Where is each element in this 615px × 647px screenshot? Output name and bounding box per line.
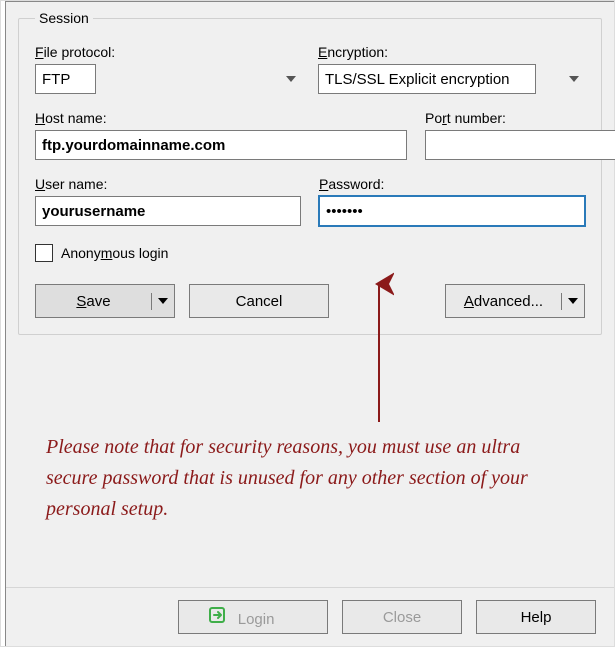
bottom-bar: Login Close Help [6, 587, 614, 646]
port-input[interactable] [425, 130, 615, 160]
file-protocol-label: File protocol: [35, 44, 302, 60]
encryption-select[interactable]: TLS/SSL Explicit encryption [318, 64, 536, 94]
user-label: User name: [35, 176, 301, 192]
user-input[interactable] [35, 196, 301, 226]
anonymous-checkbox[interactable] [35, 244, 53, 262]
session-legend: Session [35, 10, 93, 26]
file-protocol-select[interactable]: FTP [35, 64, 96, 94]
session-group: Session File protocol: FTP Encry [18, 10, 602, 335]
advanced-dropdown[interactable] [562, 298, 584, 304]
port-label: Port number: [425, 110, 585, 126]
password-label: Password: [319, 176, 585, 192]
chevron-down-icon [568, 298, 578, 304]
chevron-down-icon [158, 298, 168, 304]
password-input[interactable] [319, 196, 585, 226]
host-label: Host name: [35, 110, 407, 126]
chevron-down-icon [286, 76, 296, 82]
close-button[interactable]: Close [342, 600, 462, 634]
help-button[interactable]: Help [476, 600, 596, 634]
anonymous-label: Anonymous login [61, 245, 168, 261]
annotation-arrow-icon [364, 272, 394, 432]
cancel-button[interactable]: Cancel [189, 284, 329, 318]
host-input[interactable] [35, 130, 407, 160]
login-icon [208, 606, 226, 624]
encryption-label: Encryption: [318, 44, 585, 60]
login-button[interactable]: Login [178, 600, 328, 634]
annotation-note: Please note that for security reasons, y… [46, 432, 574, 525]
save-button[interactable]: Save [35, 284, 175, 318]
chevron-down-icon [569, 76, 579, 82]
save-dropdown[interactable] [152, 298, 174, 304]
advanced-button[interactable]: Advanced... [445, 284, 585, 318]
